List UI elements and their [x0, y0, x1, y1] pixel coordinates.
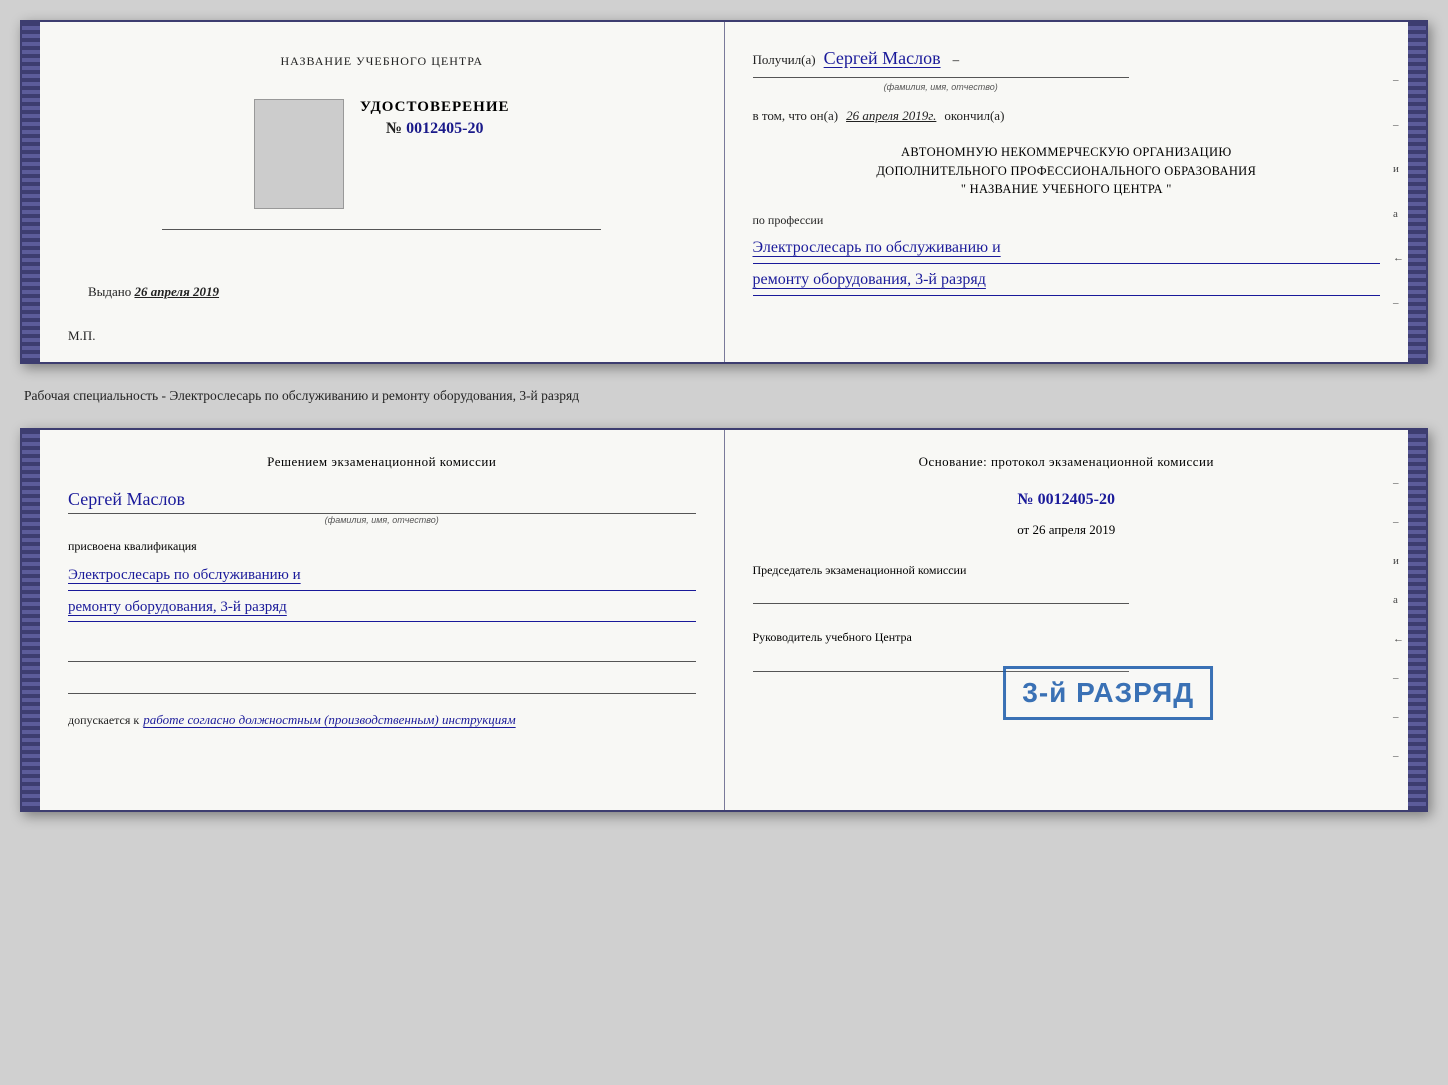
date-prefix: от [1017, 522, 1029, 537]
cert-number-value: 0012405-20 [406, 120, 483, 137]
person-name-bottom: Сергей Маслов [68, 486, 696, 513]
cert-number-prefix: № [386, 120, 402, 137]
top-certificate: НАЗВАНИЕ УЧЕБНОГО ЦЕНТРА УДОСТОВЕРЕНИЕ №… [20, 20, 1428, 364]
chairman-sig-line [753, 584, 1130, 604]
allowed-label: допускается к [68, 711, 139, 729]
qualification-text1: Электрослесарь по обслуживанию и [68, 561, 696, 590]
cert-center-section: УДОСТОВЕРЕНИЕ № 0012405-20 [360, 99, 510, 138]
basis-title: Основание: протокол экзаменационной коми… [753, 452, 1381, 473]
fio-label-bottom: (фамилия, имя, отчество) [68, 513, 696, 528]
top-left-page: НАЗВАНИЕ УЧЕБНОГО ЦЕНТРА УДОСТОВЕРЕНИЕ №… [40, 22, 725, 362]
photo-placeholder [254, 99, 344, 209]
org-line1: АВТОНОМНУЮ НЕКОММЕРЧЕСКУЮ ОРГАНИЗАЦИЮ [753, 143, 1381, 162]
bottom-certificate: Решением экзаменационной комиссии Сергей… [20, 428, 1428, 812]
basis-number-value: 0012405-20 [1038, 491, 1115, 508]
qualification-text2: ремонту оборудования, 3-й разряд [68, 593, 696, 622]
org-line2: ДОПОЛНИТЕЛЬНОГО ПРОФЕССИОНАЛЬНОГО ОБРАЗО… [753, 162, 1381, 181]
chairman-label: Председатель экзаменационной комиссии [753, 561, 1381, 580]
issued-row: Выдано 26 апреля 2019 [68, 284, 696, 300]
middle-text: Рабочая специальность - Электрослесарь п… [20, 380, 1428, 412]
stamp: 3-й РАЗРЯД [1003, 666, 1213, 720]
confirm-end: окончил(а) [944, 106, 1004, 127]
org-line3: " НАЗВАНИЕ УЧЕБНОГО ЦЕНТРА " [753, 180, 1381, 199]
issued-date: 26 апреля 2019 [135, 284, 220, 299]
binding-left-bottom [22, 430, 40, 810]
recipient-row: Получил(а) Сергей Маслов – [753, 44, 1381, 73]
right-edge-bottom: – – и а ← – – – [1393, 450, 1404, 790]
issued-label: Выдано [88, 284, 131, 299]
binding-right-top [1408, 22, 1426, 362]
basis-date-row: от 26 апреля 2019 [753, 520, 1381, 541]
cert-title: УДОСТОВЕРЕНИЕ [360, 99, 510, 116]
allowed-row: допускается к работе согласно должностны… [68, 710, 696, 730]
top-right-page: Получил(а) Сергей Маслов – (фамилия, имя… [725, 22, 1409, 362]
binding-right-bottom [1408, 430, 1426, 810]
confirm-date: 26 апреля 2019г. [846, 106, 936, 127]
school-name-top: НАЗВАНИЕ УЧЕБНОГО ЦЕНТРА [280, 54, 483, 69]
org-block: АВТОНОМНУЮ НЕКОММЕРЧЕСКУЮ ОРГАНИЗАЦИЮ ДО… [753, 143, 1381, 199]
confirm-label: в том, что он(а) [753, 106, 839, 127]
recipient-name: Сергей Маслов [824, 44, 941, 73]
person-name-block: Сергей Маслов (фамилия, имя, отчество) [68, 486, 696, 528]
mp-label: М.П. [68, 328, 95, 344]
allowed-text: работе согласно должностным (производств… [143, 710, 515, 730]
cert-number: № 0012405-20 [386, 120, 483, 138]
basis-date-value: 26 апреля 2019 [1032, 522, 1115, 537]
basis-number-prefix: № [1018, 491, 1034, 508]
profession-label-top: по профессии [753, 211, 1381, 230]
sig-line-2 [68, 674, 696, 694]
page-container: НАЗВАНИЕ УЧЕБНОГО ЦЕНТРА УДОСТОВЕРЕНИЕ №… [20, 20, 1428, 812]
binding-left-top [22, 22, 40, 362]
right-side-sigs: Председатель экзаменационной комиссии [753, 561, 1381, 604]
director-label: Руководитель учебного Центра [753, 628, 1381, 647]
basis-number: № 0012405-20 [753, 487, 1381, 513]
decision-title: Решением экзаменационной комиссии [68, 452, 696, 472]
bottom-right-page: Основание: протокол экзаменационной коми… [725, 430, 1409, 810]
stamp-text: 3-й РАЗРЯД [1022, 677, 1194, 708]
fio-label-top: (фамилия, имя, отчество) [753, 80, 1130, 94]
confirm-row: в том, что он(а) 26 апреля 2019г. окончи… [753, 106, 1381, 127]
signature-lines-left [68, 642, 696, 694]
recipient-label: Получил(а) [753, 50, 816, 71]
profession-text1: Электрослесарь по обслуживанию и [753, 234, 1381, 263]
qualification-label: присвоена квалификация [68, 537, 696, 555]
profession-text2: ремонту оборудования, 3-й разряд [753, 266, 1381, 295]
right-edge-top: – – и а ← – [1393, 42, 1404, 342]
bottom-left-page: Решением экзаменационной комиссии Сергей… [40, 430, 725, 810]
sig-line-1 [68, 642, 696, 662]
